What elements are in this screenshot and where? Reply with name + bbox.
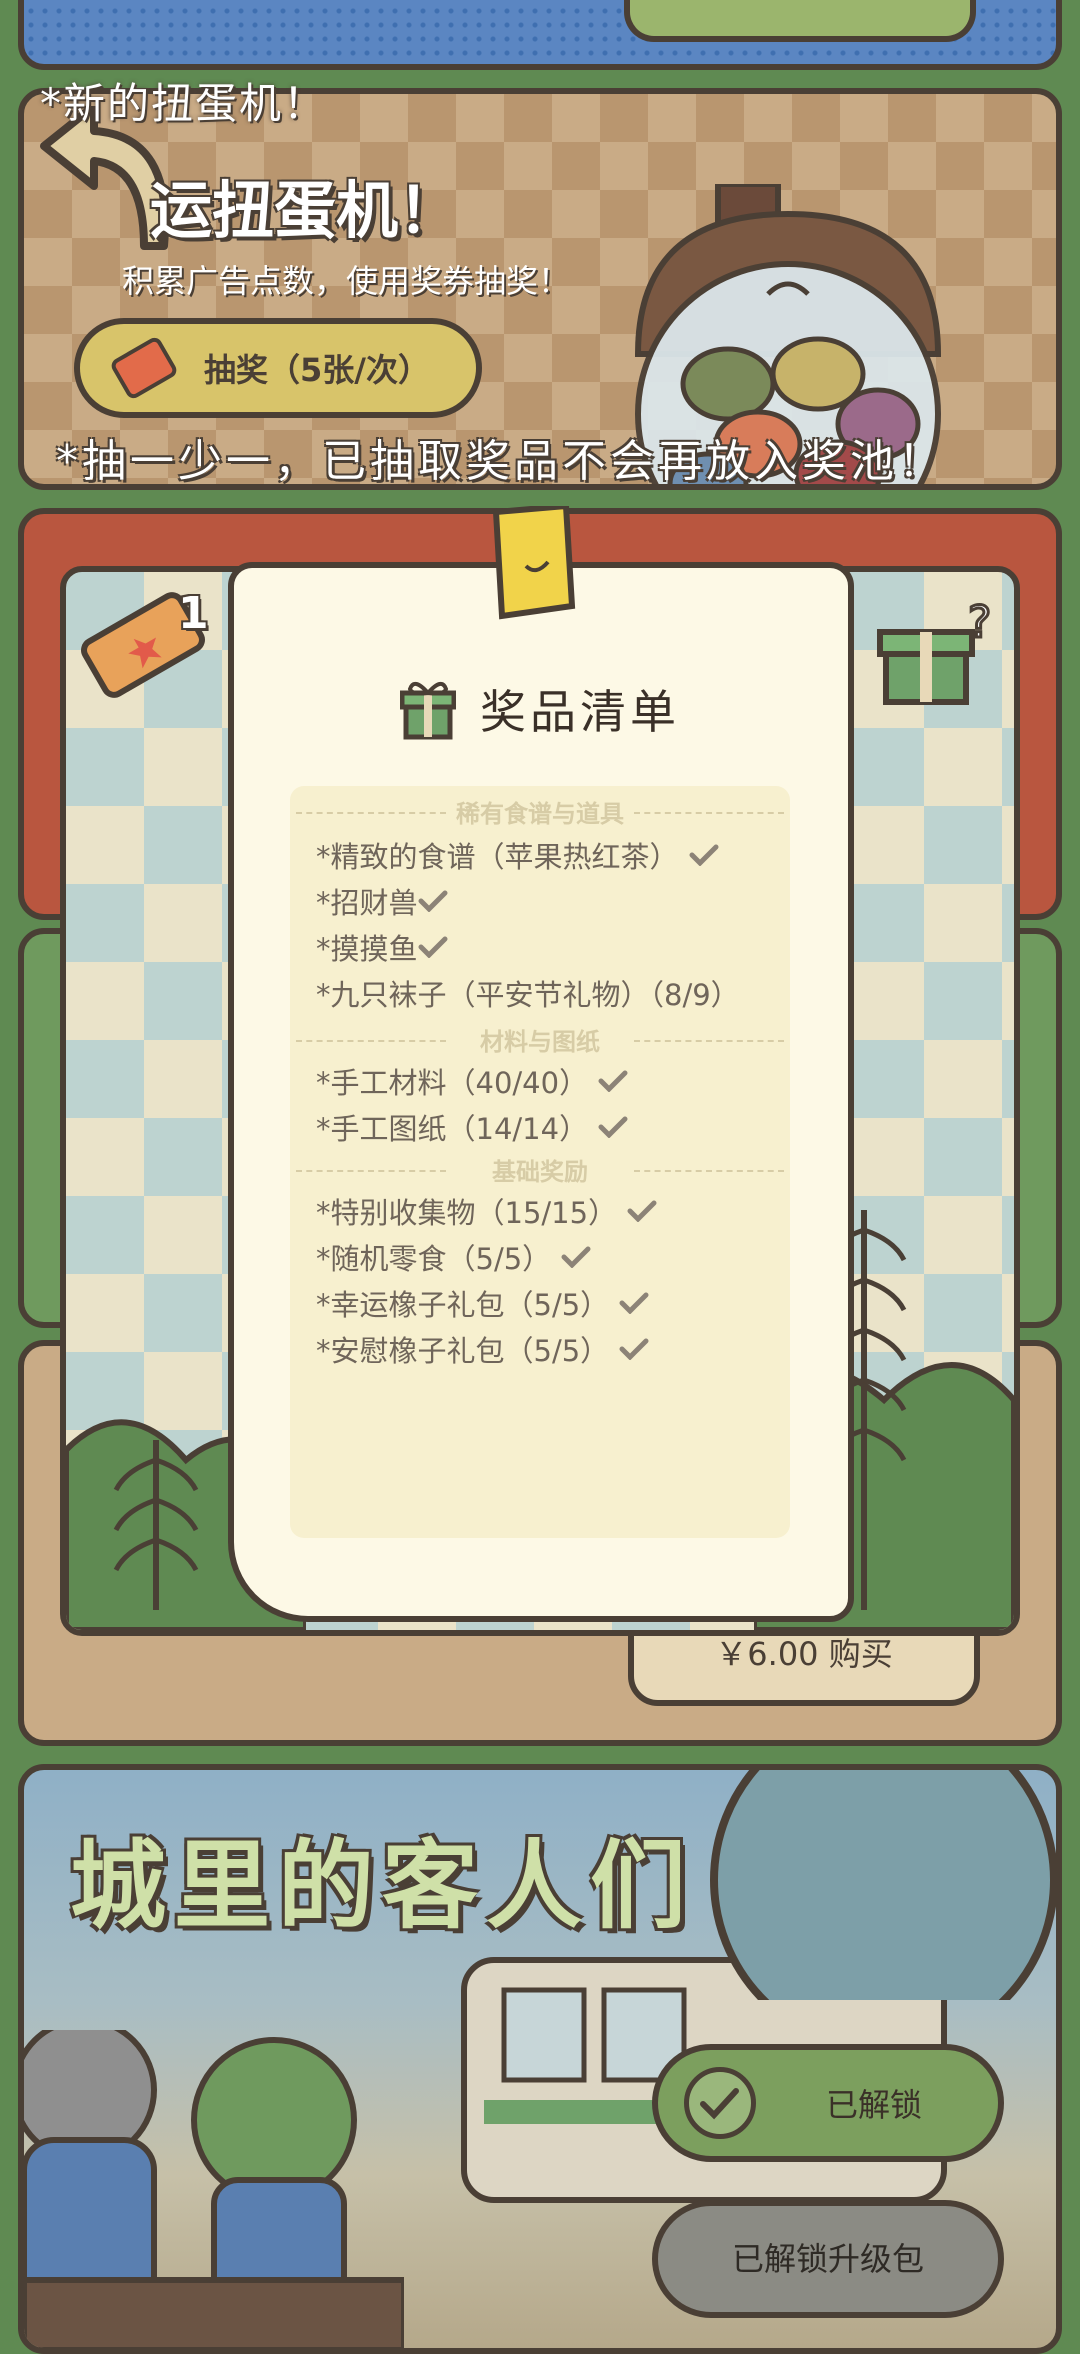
list-item-label: *手工材料（40/40） [316,1066,589,1100]
list-item: *特别收集物（15/15） [316,1190,657,1232]
check-icon [418,936,448,958]
city-guests-title: 城里的客人们 [70,1830,694,1942]
check-circle-icon [684,2067,756,2139]
gift-icon [400,681,456,740]
list-item-label: *精致的食谱（苹果热红茶） [316,840,679,874]
svg-text:?: ? [968,597,991,648]
unlocked-button[interactable]: 已解锁 [652,2044,1004,2162]
check-icon [418,890,448,912]
check-icon [627,1200,657,1222]
check-icon [689,844,719,866]
list-item-label: *特别收集物（15/15） [316,1196,618,1230]
list-item-label: *九只袜子（平安节礼物）（8/9） [316,978,740,1012]
gacha-pool-note: *抽一少一，已抽取奖品不会再放入奖池！ [56,436,946,487]
list-item-label: *幸运橡子礼包（5/5） [316,1288,610,1322]
check-icon [598,1070,628,1092]
prize-list-header: 奖品清单 [400,676,680,742]
section-title-basic: 基础奖励 [296,1152,784,1187]
check-icon [619,1338,649,1360]
prize-list-title: 奖品清单 [480,685,680,739]
gift-question-icon[interactable]: ? [876,592,996,712]
draw-button-label: 抽奖（5张/次） [204,351,430,389]
ticket-icon [108,334,180,402]
list-item: *手工图纸（14/14） [316,1106,628,1148]
upgrade-pack-button[interactable]: 已解锁升级包 [652,2200,1004,2318]
list-item: *招财兽 [316,880,448,922]
draw-button[interactable]: 抽奖（5张/次） [74,318,482,418]
check-icon [598,1116,628,1138]
list-item: *安慰橡子礼包（5/5） [316,1328,649,1370]
list-item: *摸摸鱼 [316,926,448,968]
bus-stop-sign [710,1770,1056,2000]
list-item: *精致的食谱（苹果热红茶） [316,834,719,876]
list-item-label: *手工图纸（14/14） [316,1112,589,1146]
list-item-label: *安慰橡子礼包（5/5） [316,1334,610,1368]
guests-illustration [24,2030,404,2348]
new-gacha-note: *新的扭蛋机！ [40,79,328,128]
list-item-label: *随机零食（5/5） [316,1242,552,1276]
list-item-label: *招财兽 [316,886,418,920]
check-icon [619,1292,649,1314]
tape-icon [492,506,576,620]
gacha-subtitle: 积累广告点数，使用奖券抽奖！ [122,262,571,300]
top-card-button[interactable] [624,0,976,42]
unlocked-button-label: 已解锁 [826,2086,923,2124]
ticket-count: 1 [178,588,209,639]
list-item: *九只袜子（平安节礼物）（8/9） [316,972,740,1014]
list-item: *手工材料（40/40） [316,1060,628,1102]
top-card [18,0,1062,70]
section-title-materials: 材料与图纸 [296,1022,784,1057]
check-icon [561,1246,591,1268]
section-title-rare: 稀有食谱与道具 [296,794,784,829]
gacha-title: 运扭蛋机！ [150,174,461,247]
list-item: *随机零食（5/5） [316,1236,591,1278]
list-item: *幸运橡子礼包（5/5） [316,1282,649,1324]
list-item-label: *摸摸鱼 [316,932,418,966]
